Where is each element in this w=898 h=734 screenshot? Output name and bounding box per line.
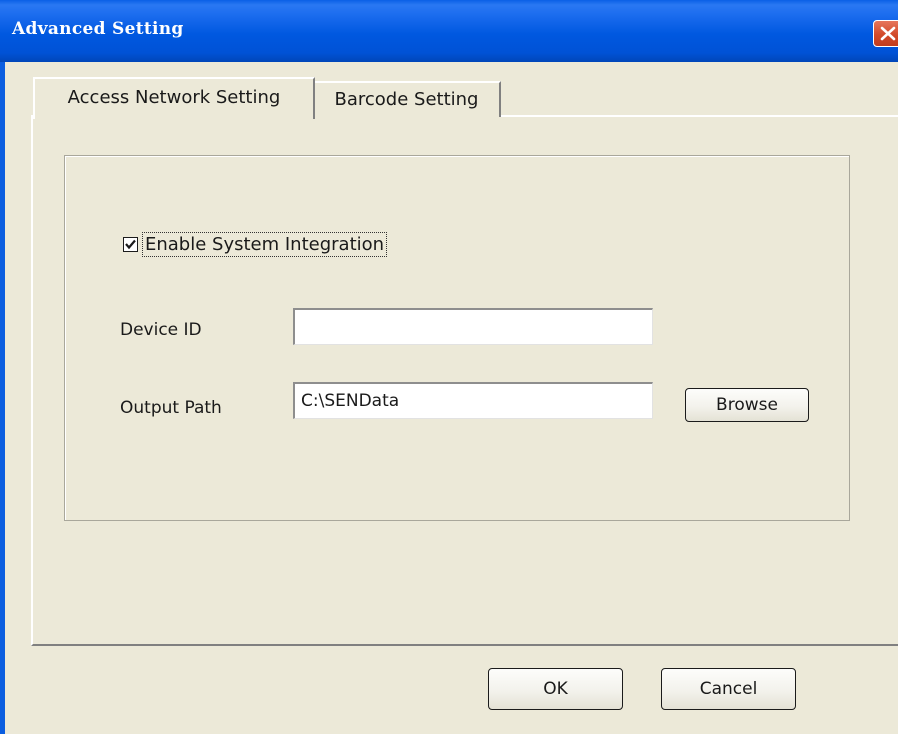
output-path-label: Output Path [120, 398, 222, 418]
ok-button[interactable]: OK [488, 668, 623, 710]
tab-barcode-setting[interactable]: Barcode Setting [313, 81, 501, 117]
title-bar[interactable]: Advanced Setting [0, 0, 898, 62]
device-id-input[interactable] [293, 308, 653, 345]
enable-integration-row[interactable]: Enable System Integration [123, 231, 388, 257]
browse-button[interactable]: Browse [685, 388, 809, 422]
settings-group: Enable System Integration Device ID Outp… [64, 155, 850, 521]
enable-integration-checkbox[interactable] [123, 236, 138, 252]
tab-access-network-setting[interactable]: Access Network Setting [33, 77, 315, 119]
cancel-button[interactable]: Cancel [661, 668, 796, 710]
tab-label: Access Network Setting [67, 87, 281, 108]
device-id-label: Device ID [120, 320, 202, 340]
tab-panel: Enable System Integration Device ID Outp… [31, 115, 898, 646]
output-path-input[interactable] [293, 382, 653, 419]
checkmark-icon [125, 239, 136, 249]
dialog-body: Access Network Setting Barcode Setting E… [5, 62, 898, 734]
close-button[interactable] [873, 20, 898, 47]
enable-integration-label: Enable System Integration [142, 231, 388, 257]
tab-label: Barcode Setting [334, 89, 479, 110]
close-icon [880, 26, 896, 41]
window-title: Advanced Setting [12, 19, 184, 39]
